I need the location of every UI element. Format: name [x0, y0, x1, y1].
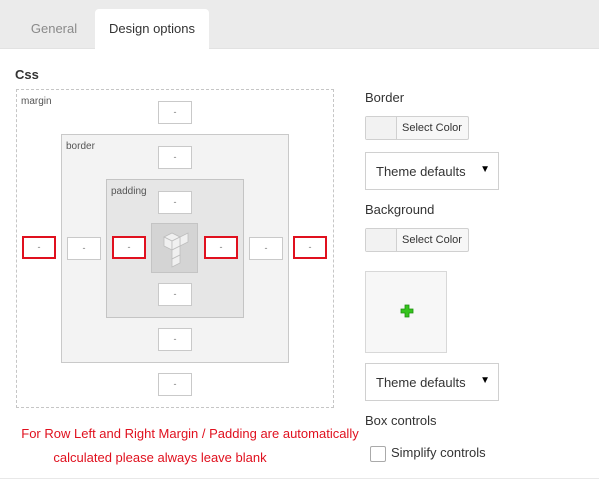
border-right-input[interactable]: - — [249, 237, 283, 260]
padding-label: padding — [111, 186, 147, 197]
border-color-button[interactable]: Select Color — [365, 116, 469, 140]
border-left-input[interactable]: - — [67, 237, 101, 260]
notice-line-1: For Row Left and Right Margin / Padding … — [21, 426, 359, 441]
border-top-input[interactable]: - — [158, 146, 192, 169]
margin-top-input[interactable]: - — [158, 101, 192, 124]
border-color-swatch — [366, 117, 397, 139]
padding-left-input[interactable]: - — [112, 236, 146, 259]
content-logo-icon — [151, 223, 198, 273]
border-label: border — [66, 141, 95, 152]
tab-general[interactable]: General — [14, 9, 94, 50]
border-section-label: Border — [365, 90, 405, 105]
padding-top-input[interactable]: - — [158, 191, 192, 214]
background-color-swatch — [366, 229, 397, 251]
tab-design-options[interactable]: Design options — [95, 9, 209, 50]
chevron-down-icon: ▼ — [480, 164, 490, 175]
box-controls-label: Box controls — [365, 413, 437, 428]
simplify-controls-checkbox[interactable] — [370, 446, 386, 462]
notice-line-2: calculated please always leave blank — [53, 450, 267, 465]
margin-right-input[interactable]: - — [293, 236, 327, 259]
divider — [0, 478, 599, 479]
margin-left-input[interactable]: - — [22, 236, 56, 259]
padding-bottom-input[interactable]: - — [158, 283, 192, 306]
padding-right-input[interactable]: - — [204, 236, 238, 259]
border-color-button-label: Select Color — [402, 122, 462, 134]
background-color-button-label: Select Color — [402, 234, 462, 246]
plus-icon — [400, 304, 414, 318]
border-bottom-input[interactable]: - — [158, 328, 192, 351]
background-style-select[interactable]: Theme defaults ▼ — [365, 363, 499, 401]
background-image-add[interactable] — [365, 271, 447, 353]
chevron-down-icon: ▼ — [480, 375, 490, 386]
background-style-value: Theme defaults — [376, 375, 466, 390]
css-section-title: Css — [15, 67, 39, 82]
margin-label: margin — [21, 96, 52, 107]
background-color-button[interactable]: Select Color — [365, 228, 469, 252]
border-style-select[interactable]: Theme defaults ▼ — [365, 152, 499, 190]
tab-bar: General Design options — [0, 0, 599, 50]
margin-bottom-input[interactable]: - — [158, 373, 192, 396]
simplify-controls-label[interactable]: Simplify controls — [391, 445, 486, 460]
border-style-value: Theme defaults — [376, 164, 466, 179]
background-section-label: Background — [365, 202, 435, 217]
